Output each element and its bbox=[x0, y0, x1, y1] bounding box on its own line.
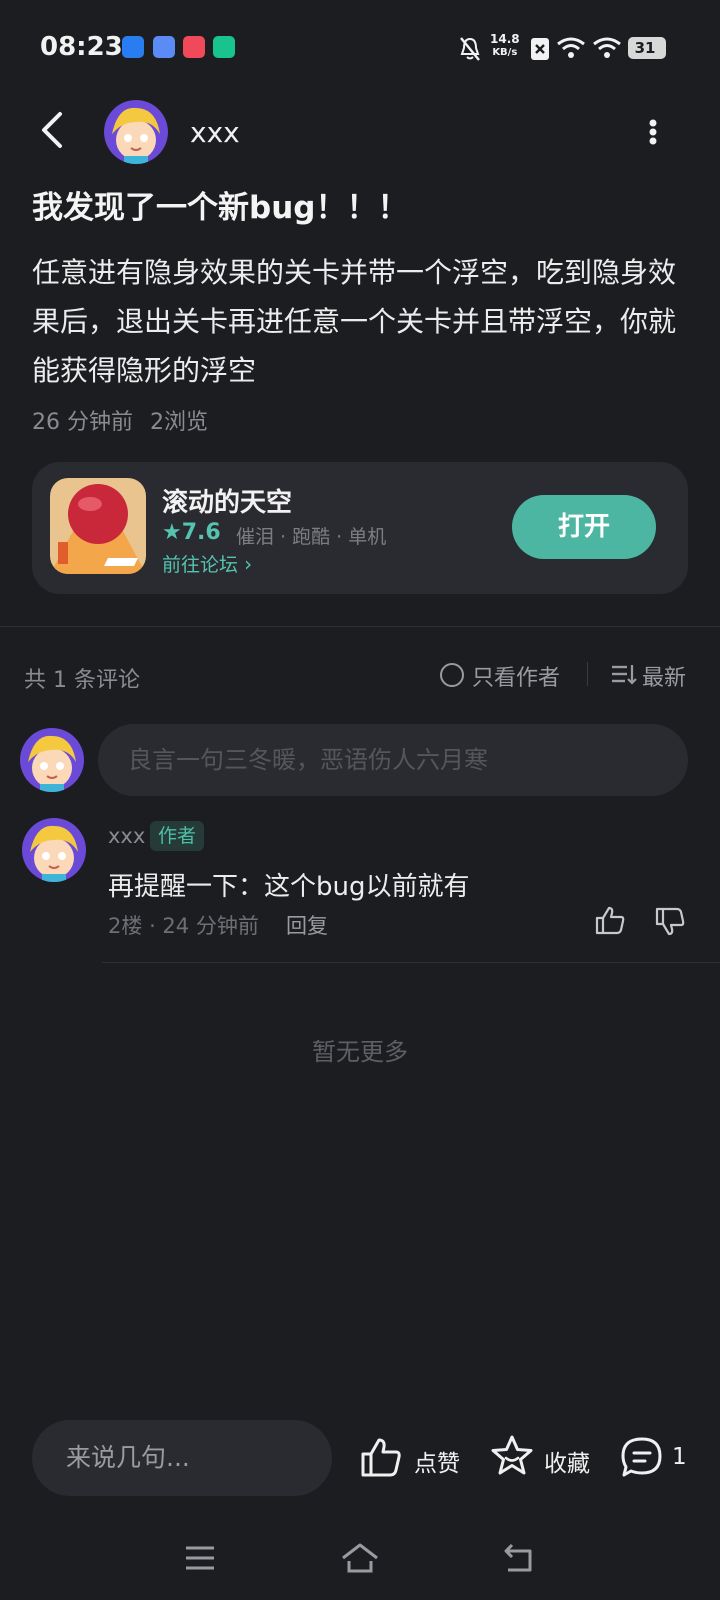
only-author-filter[interactable]: 只看作者 bbox=[472, 660, 560, 692]
star-collect-icon[interactable] bbox=[490, 1434, 534, 1478]
commenter-avatar[interactable] bbox=[22, 818, 86, 882]
home-icon[interactable] bbox=[340, 1542, 380, 1574]
comment-time: 24 分钟前 bbox=[162, 914, 259, 938]
wifi-icon bbox=[593, 37, 621, 58]
music-app-icon bbox=[183, 36, 205, 58]
forum-link-label: 前往论坛 bbox=[162, 554, 239, 576]
post-views: 2浏览 bbox=[150, 410, 208, 435]
comment-floor: 2楼 bbox=[108, 914, 143, 938]
divider bbox=[0, 626, 720, 627]
avatar-image bbox=[104, 100, 168, 164]
thumbs-down-icon[interactable] bbox=[654, 906, 686, 938]
back-nav-icon[interactable] bbox=[502, 1542, 536, 1574]
security-app-icon bbox=[213, 36, 235, 58]
star-icon: ★ bbox=[162, 520, 182, 545]
more-options-icon[interactable] bbox=[648, 118, 658, 146]
menu-icon[interactable] bbox=[184, 1544, 216, 1572]
avatar[interactable] bbox=[104, 100, 168, 164]
like-icon[interactable] bbox=[360, 1436, 402, 1478]
sort-latest[interactable]: 最新 bbox=[642, 660, 686, 692]
reply-button[interactable]: 回复 bbox=[286, 910, 328, 940]
my-avatar bbox=[20, 728, 84, 792]
post-meta: 26 分钟前 2浏览 bbox=[32, 404, 208, 436]
post-time: 26 分钟前 bbox=[32, 410, 133, 435]
sim-off-icon bbox=[531, 38, 549, 60]
game-rating: ★7.6 bbox=[162, 520, 221, 545]
back-arrow-icon[interactable] bbox=[36, 110, 68, 150]
game-name: 滚动的天空 bbox=[162, 488, 293, 518]
like-button[interactable]: 点赞 bbox=[414, 1444, 460, 1478]
comment-icon[interactable] bbox=[620, 1436, 664, 1478]
status-time: 08:23 bbox=[40, 32, 123, 62]
chevron-right-icon: › bbox=[244, 552, 253, 576]
battery-icon: 31 bbox=[628, 37, 666, 59]
divider bbox=[102, 962, 720, 963]
app-notification-icon bbox=[153, 36, 175, 58]
status-bar: 08:23 14.8 KB/s 31 bbox=[0, 0, 720, 96]
author-name[interactable]: xxx bbox=[190, 116, 240, 149]
avatar-image bbox=[20, 728, 84, 792]
network-speed: 14.8 KB/s bbox=[490, 32, 520, 59]
avatar-image bbox=[22, 818, 86, 882]
mute-icon bbox=[460, 37, 480, 61]
forum-link[interactable]: 前往论坛 › bbox=[162, 550, 252, 577]
comment-count-badge[interactable]: 1 bbox=[672, 1444, 687, 1470]
post-title: 我发现了一个新bug！！！ bbox=[32, 190, 409, 226]
no-more-label: 暂无更多 bbox=[312, 1038, 408, 1066]
commenter-name[interactable]: xxx bbox=[108, 824, 145, 848]
system-nav-bar bbox=[0, 1530, 720, 1590]
separator bbox=[587, 662, 588, 686]
thumbs-up-icon[interactable] bbox=[594, 904, 626, 936]
comment-count: 共 1 条评论 bbox=[24, 668, 140, 693]
game-logo-image bbox=[50, 478, 146, 574]
app-notification-icon bbox=[122, 36, 144, 58]
comment-input[interactable]: 良言一句三冬暖，恶语伤人六月寒 bbox=[98, 724, 688, 796]
comment-text: 再提醒一下：这个bug以前就有 bbox=[108, 872, 470, 902]
open-game-button[interactable]: 打开 bbox=[512, 495, 656, 559]
comment-meta: 2楼 · 24 分钟前 bbox=[108, 914, 259, 938]
game-tags: 催泪 · 跑酷 · 单机 bbox=[236, 526, 387, 548]
game-rating-value: 7.6 bbox=[181, 520, 221, 545]
game-icon[interactable] bbox=[50, 478, 146, 574]
bottom-comment-input[interactable]: 来说几句... bbox=[32, 1420, 332, 1496]
post-body: 任意进有隐身效果的关卡并带一个浮空，吃到隐身效果后，退出关卡再进任意一个关卡并且… bbox=[32, 256, 677, 387]
wifi-icon bbox=[557, 37, 585, 58]
radio-circle-icon[interactable] bbox=[440, 663, 464, 687]
sort-icon[interactable] bbox=[611, 664, 637, 686]
collect-button[interactable]: 收藏 bbox=[544, 1444, 590, 1478]
author-badge: 作者 bbox=[150, 821, 205, 851]
